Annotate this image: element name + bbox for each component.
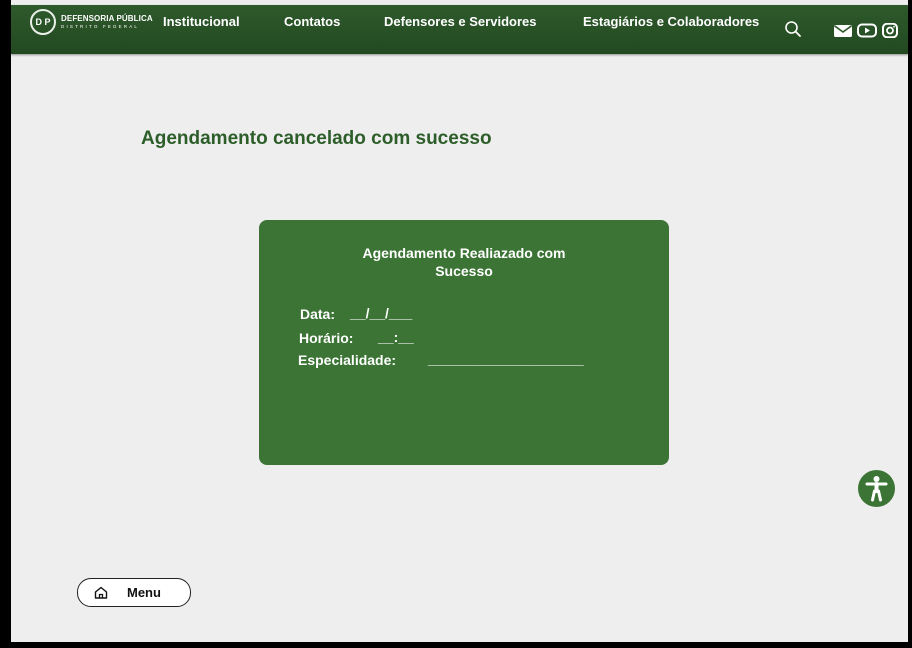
page-frame: D P DEFENSORIA PÚBLICA DISTRITO FEDERAL …	[11, 0, 908, 642]
specialty-label: Especialidade:	[298, 352, 397, 368]
appointment-card: Agendamento Realiazado com Sucesso Data:…	[259, 220, 669, 465]
nav-defensores-servidores[interactable]: Defensores e Servidores	[384, 14, 536, 29]
menu-button[interactable]: Menu	[77, 578, 191, 607]
nav-institucional[interactable]: Institucional	[163, 14, 240, 29]
logo-subtitle: DISTRITO FEDERAL	[61, 23, 140, 29]
menu-label: Menu	[127, 585, 161, 600]
accessibility-icon	[865, 476, 888, 502]
seal-icon: D P	[30, 9, 56, 35]
time-row: Horário: __:__	[299, 329, 414, 346]
specialty-row: Especialidade: ____________________	[298, 351, 584, 368]
page-title: Agendamento cancelado com sucesso	[141, 128, 492, 149]
search-icon[interactable]	[784, 20, 802, 38]
nav-estagiarios-colaboradores[interactable]: Estagiários e Colaboradores	[583, 14, 759, 29]
youtube-icon[interactable]	[857, 23, 877, 38]
time-value: __:__	[378, 329, 414, 345]
accessibility-button[interactable]	[858, 470, 895, 507]
mail-icon[interactable]	[833, 23, 853, 38]
date-value: __/__/___	[350, 305, 413, 321]
instagram-icon[interactable]	[881, 23, 901, 38]
logo-title: DEFENSORIA PÚBLICA	[61, 13, 153, 23]
specialty-value: ____________________	[428, 351, 584, 367]
date-label: Data:	[300, 306, 336, 322]
card-title: Agendamento Realiazado com Sucesso	[362, 245, 566, 279]
top-navigation-bar: D P DEFENSORIA PÚBLICA DISTRITO FEDERAL …	[11, 5, 908, 54]
nav-contatos[interactable]: Contatos	[284, 14, 340, 29]
time-label: Horário:	[299, 330, 354, 346]
home-icon	[94, 586, 108, 599]
logo[interactable]: D P DEFENSORIA PÚBLICA DISTRITO FEDERAL	[30, 9, 153, 35]
date-row: Data: __/__/___	[300, 305, 412, 322]
